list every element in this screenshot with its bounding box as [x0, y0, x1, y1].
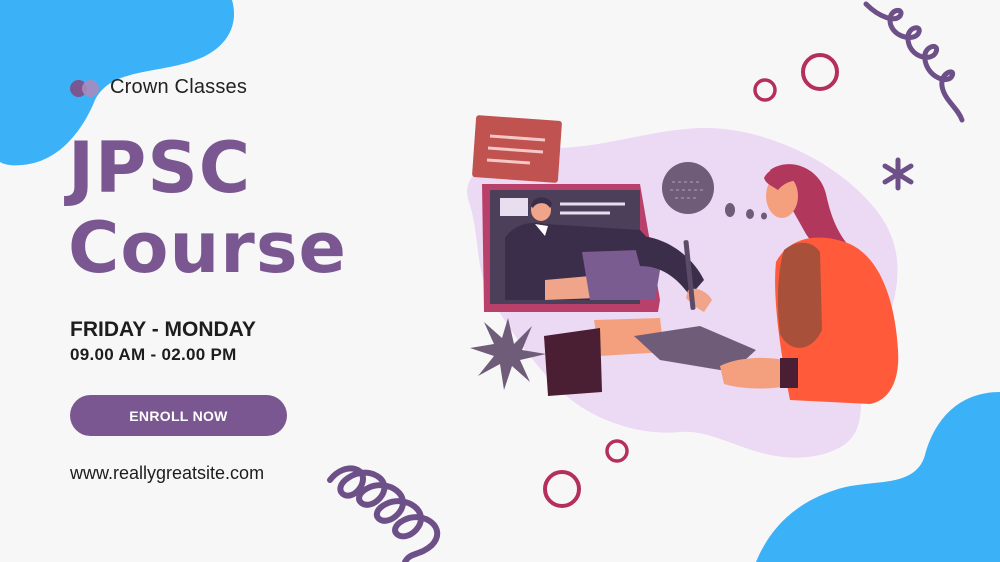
- title-line-2: Course: [68, 207, 347, 289]
- website-link[interactable]: www.reallygreatsite.com: [70, 463, 264, 484]
- monitor: [482, 184, 660, 312]
- title-line-1: JPSC: [68, 127, 252, 209]
- two-circles-logo-icon: [70, 78, 100, 98]
- enroll-now-button[interactable]: ENROLL NOW: [70, 395, 287, 436]
- schedule-hours: 09.00 AM - 02.00 PM: [70, 345, 237, 364]
- page-title: JPSC Course: [68, 128, 347, 288]
- thought-bubble: [662, 162, 714, 214]
- schedule-days: FRIDAY - MONDAY: [70, 318, 256, 341]
- message-card: [472, 115, 562, 183]
- brand-name: Crown Classes: [110, 76, 248, 98]
- brand: Crown Classes: [70, 76, 247, 99]
